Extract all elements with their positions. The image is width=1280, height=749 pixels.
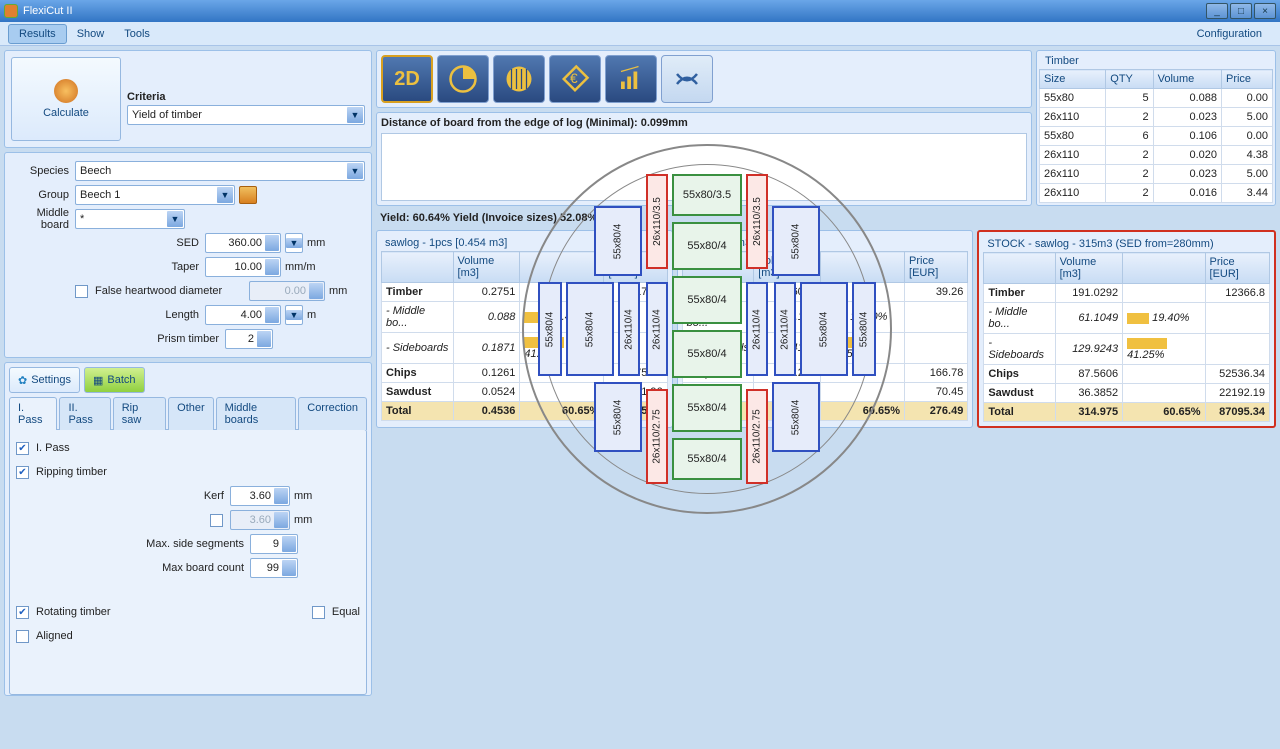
- sed-label: SED: [11, 237, 201, 249]
- unit-m: m: [307, 309, 343, 321]
- criteria-value: Yield of timber: [132, 109, 202, 121]
- settings-button[interactable]: ✿Settings: [9, 367, 80, 393]
- rotating-label: Rotating timber: [36, 606, 111, 618]
- kerf-label: Kerf: [16, 490, 226, 502]
- species-label: Species: [11, 165, 71, 177]
- svg-text:€: €: [570, 71, 578, 86]
- length-unit-select[interactable]: ▼: [285, 305, 303, 325]
- tab-pass1[interactable]: I. Pass: [9, 397, 57, 430]
- menu-results[interactable]: Results: [8, 24, 67, 44]
- prism-label: Prism timber: [11, 333, 221, 345]
- sed-unit-select[interactable]: ▼: [285, 233, 303, 253]
- gear-icon: ✿: [18, 374, 27, 387]
- fhd-checkbox[interactable]: [75, 285, 88, 298]
- maxbrd-label: Max board count: [16, 562, 246, 574]
- sed-input[interactable]: 360.00: [205, 233, 281, 253]
- calculate-button[interactable]: Calculate: [11, 57, 121, 141]
- aligned-label: Aligned: [36, 630, 73, 642]
- view-chart-button[interactable]: [605, 55, 657, 103]
- timber-row[interactable]: 26x11020.0163.44: [1040, 184, 1273, 203]
- batch-icon: ▦: [93, 374, 103, 387]
- timber-row[interactable]: 26x11020.0204.38: [1040, 146, 1273, 165]
- tab-ripsaw[interactable]: Rip saw: [113, 397, 166, 430]
- tab-middle-boards[interactable]: Middle boards: [216, 397, 297, 430]
- menu-tools[interactable]: Tools: [114, 25, 160, 43]
- diagram-title: Distance of board from the edge of log (…: [381, 117, 1027, 129]
- timber-panel-title: Timber: [1039, 53, 1273, 69]
- criteria-select[interactable]: Yield of timber ▼: [127, 105, 365, 125]
- fhd-label: False heartwood diameter: [95, 285, 245, 297]
- rotating-checkbox[interactable]: ✔: [16, 606, 29, 619]
- length-label: Length: [11, 309, 201, 321]
- fhd-input: 0.00: [249, 281, 325, 301]
- timber-row[interactable]: 55x8060.1060.00: [1040, 127, 1273, 146]
- result-panel-3: STOCK - sawlog - 315m3 (SED from=280mm) …: [977, 230, 1276, 428]
- unit-mmpm: mm/m: [285, 261, 321, 273]
- tab-other[interactable]: Other: [168, 397, 214, 430]
- ripping-checkbox[interactable]: ✔: [16, 466, 29, 479]
- menu-configuration[interactable]: Configuration: [1187, 25, 1272, 43]
- view-2d-button[interactable]: 2D: [381, 55, 433, 103]
- equal-label: Equal: [332, 606, 360, 618]
- log-diagram: 55x80/3.5 55x80/4 55x80/4 55x80/4 55x80/…: [381, 133, 1027, 201]
- kerf-input[interactable]: 3.60: [230, 486, 290, 506]
- criteria-label: Criteria: [127, 91, 365, 103]
- maxseg-input[interactable]: 9: [250, 534, 298, 554]
- middle-board-select[interactable]: *▼: [75, 209, 185, 229]
- ipass-checkbox[interactable]: ✔: [16, 442, 29, 455]
- edit-group-button[interactable]: [239, 186, 257, 204]
- ipass-label: I. Pass: [36, 442, 70, 454]
- window-title: FlexiCut II: [23, 5, 73, 17]
- maximize-button[interactable]: □: [1230, 3, 1252, 19]
- tab-correction[interactable]: Correction: [298, 397, 367, 430]
- unit-mm: mm: [307, 237, 343, 249]
- maxseg-label: Max. side segments: [16, 538, 246, 550]
- kerf2-input: 3.60: [230, 510, 290, 530]
- view-price-button[interactable]: €: [549, 55, 601, 103]
- menubar: Results Show Tools Configuration: [0, 22, 1280, 46]
- result-title-3: STOCK - sawlog - 315m3 (SED from=280mm): [983, 236, 1270, 252]
- menu-show[interactable]: Show: [67, 25, 115, 43]
- group-select[interactable]: Beech 1▼: [75, 185, 235, 205]
- view-cross-button[interactable]: [661, 55, 713, 103]
- chevron-down-icon: ▼: [347, 107, 363, 123]
- minimize-button[interactable]: _: [1206, 3, 1228, 19]
- timber-row[interactable]: 26x11020.0235.00: [1040, 165, 1273, 184]
- window-titlebar: FlexiCut II _ □ ×: [0, 0, 1280, 22]
- view-pie-button[interactable]: [437, 55, 489, 103]
- equal-checkbox[interactable]: [312, 606, 325, 619]
- taper-input[interactable]: 10.00: [205, 257, 281, 277]
- maxbrd-input[interactable]: 99: [250, 558, 298, 578]
- gear-icon: [54, 79, 78, 103]
- app-icon: [4, 4, 18, 18]
- group-label: Group: [11, 189, 71, 201]
- view-toolbar: 2D €: [376, 50, 1032, 108]
- taper-label: Taper: [11, 261, 201, 273]
- ripping-label: Ripping timber: [36, 466, 107, 478]
- timber-row[interactable]: 26x11020.0235.00: [1040, 108, 1273, 127]
- kerf2-checkbox[interactable]: [210, 514, 223, 527]
- close-button[interactable]: ×: [1254, 3, 1276, 19]
- tab-pass2[interactable]: II. Pass: [59, 397, 110, 430]
- middle-board-label: Middle board: [11, 207, 71, 231]
- view-circle-button[interactable]: [493, 55, 545, 103]
- calculate-label: Calculate: [43, 107, 89, 119]
- aligned-checkbox[interactable]: [16, 630, 29, 643]
- species-select[interactable]: Beech▼: [75, 161, 365, 181]
- batch-button[interactable]: ▦Batch: [84, 367, 145, 393]
- length-input[interactable]: 4.00: [205, 305, 281, 325]
- timber-table: SizeQTYVolumePrice 55x8050.0880.0026x110…: [1039, 69, 1273, 203]
- prism-input[interactable]: 2: [225, 329, 273, 349]
- timber-row[interactable]: 55x8050.0880.00: [1040, 89, 1273, 108]
